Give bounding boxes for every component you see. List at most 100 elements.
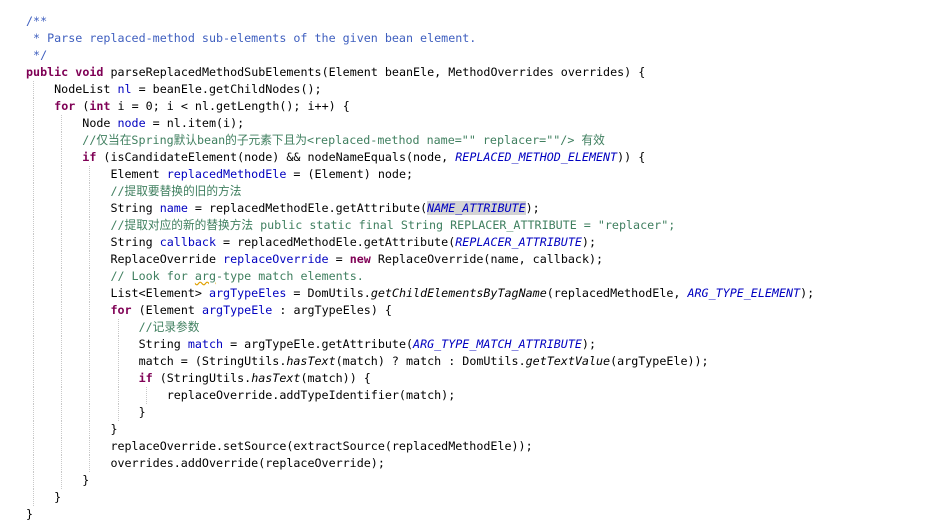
code-token: String [26,201,160,215]
code-token: match = (StringUtils. [26,354,287,368]
code-token: //提取要替换的旧的方法 [26,184,242,198]
code-token: NAME_ATTRIBUTE [427,201,526,215]
indent-guide [33,302,34,319]
indent-guide [117,387,119,404]
code-token: /** [26,14,48,28]
code-line[interactable]: if (isCandidateElement(node) && nodeName… [26,149,814,166]
code-line[interactable]: ReplaceOverride replaceOverride = new Re… [26,251,814,268]
code-token: (isCandidateElement(node) && nodeNameEqu… [96,150,456,164]
code-line[interactable]: for (Element argTypeEle : argTypeEles) { [26,302,814,319]
code-line[interactable]: /** [26,13,814,30]
code-token: List<Element> [26,286,209,300]
code-token: REPLACER_ATTRIBUTE [455,235,582,249]
code-line[interactable]: // Look for arg-type match elements. [26,268,814,285]
code-token: getTextValue [525,354,611,368]
code-token: } [26,422,118,436]
indent-guide [89,421,91,438]
code-token: Node [26,116,118,130]
indent-guide [61,336,63,353]
code-token: = nl.item(i); [145,116,245,130]
code-editor[interactable]: /** * Parse replaced-method sub-elements… [0,0,932,526]
code-line[interactable]: */ [26,47,814,64]
code-token: REPLACED_METHOD_ELEMENT [455,150,618,164]
code-line[interactable]: } [26,489,814,506]
indent-guide [89,183,91,200]
indent-guide [61,234,63,251]
code-line[interactable]: replaceOverride.setSource(extractSource(… [26,438,814,455]
indent-guide [61,285,63,302]
code-token: (Element [131,303,202,317]
indent-guide [89,455,91,472]
code-token: (match) ? match : DomUtils. [335,354,526,368]
indent-guide [89,285,91,302]
code-token: String [26,337,188,351]
code-line[interactable]: //仅当在Spring默认bean的子元素下且为<replaced-method… [26,132,814,149]
code-token: = (Element) node; [286,167,414,181]
indent-guide [61,183,63,200]
code-line[interactable]: } [26,506,814,523]
code-token: hasText [286,354,336,368]
code-line[interactable]: overrides.addOverride(replaceOverride); [26,455,814,472]
code-token: for [54,99,76,113]
code-token: ); [800,286,815,300]
code-line[interactable]: replaceOverride.addTypeIdentifier(match)… [26,387,814,404]
indent-guide [117,370,119,387]
indent-guide [89,251,91,268]
code-token: ); [525,201,540,215]
code-line[interactable]: NodeList nl = beanEle.getChildNodes(); [26,81,814,98]
code-line[interactable]: for (int i = 0; i < nl.getLength(); i++)… [26,98,814,115]
code-line[interactable]: //记录参数 [26,319,814,336]
code-line[interactable]: String name = replacedMethodEle.getAttri… [26,200,814,217]
indent-guide [33,336,34,353]
code-token: ( [75,99,90,113]
code-line[interactable]: List<Element> argTypeEles = DomUtils.get… [26,285,814,302]
code-token: = [328,252,350,266]
code-line[interactable]: } [26,404,814,421]
indent-guide [33,200,34,217]
code-token: = DomUtils. [286,286,371,300]
code-token: replaceOverride [223,252,329,266]
indent-guide [33,319,34,336]
indent-guide [117,404,119,421]
code-text-area[interactable]: /** * Parse replaced-method sub-elements… [26,13,814,523]
code-token: } [26,473,90,487]
indent-guide [33,132,34,149]
code-line[interactable]: } [26,472,814,489]
code-token: hasText [251,371,301,385]
indent-guide [33,166,34,183]
code-line[interactable]: public void parseReplacedMethodSubElemen… [26,64,814,81]
code-token: replaceOverride.setSource(extractSource(… [26,439,533,453]
indent-guide [61,472,63,489]
code-line[interactable]: String callback = replacedMethodEle.getA… [26,234,814,251]
indent-guide [117,319,119,336]
code-line[interactable]: String match = argTypeEle.getAttribute(A… [26,336,814,353]
code-line[interactable]: if (StringUtils.hasText(match)) { [26,370,814,387]
code-line[interactable]: Node node = nl.item(i); [26,115,814,132]
code-line[interactable]: Element replacedMethodEle = (Element) no… [26,166,814,183]
code-token: ReplaceOverride [26,252,224,266]
indent-guide [89,319,91,336]
indent-guide [61,353,63,370]
code-token: callback [159,235,216,249]
code-line[interactable]: //提取要替换的旧的方法 [26,183,814,200]
code-line[interactable]: * Parse replaced-method sub-elements of … [26,30,814,47]
indent-guide [117,353,119,370]
code-line[interactable]: match = (StringUtils.hasText(match) ? ma… [26,353,814,370]
code-token: Element [26,167,167,181]
code-line[interactable]: } [26,421,814,438]
indent-guide [89,370,91,387]
code-token: = replacedMethodEle.getAttribute( [216,235,456,249]
indent-guide [89,302,91,319]
indent-guide [61,438,63,455]
code-token: ReplaceOverride(name, callback); [370,252,604,266]
code-token: ARG_TYPE_MATCH_ATTRIBUTE [413,337,582,351]
code-token: arg [194,269,217,283]
indent-guide [89,404,91,421]
indent-guide [61,302,63,319]
code-token: i = 0; i < nl.getLength(); i++) { [110,99,350,113]
code-line[interactable]: //提取对应的新的替换方法 public static final String… [26,217,814,234]
code-token: nl [117,82,132,96]
code-token: -type match elements. [216,269,364,283]
code-token: if [82,150,97,164]
